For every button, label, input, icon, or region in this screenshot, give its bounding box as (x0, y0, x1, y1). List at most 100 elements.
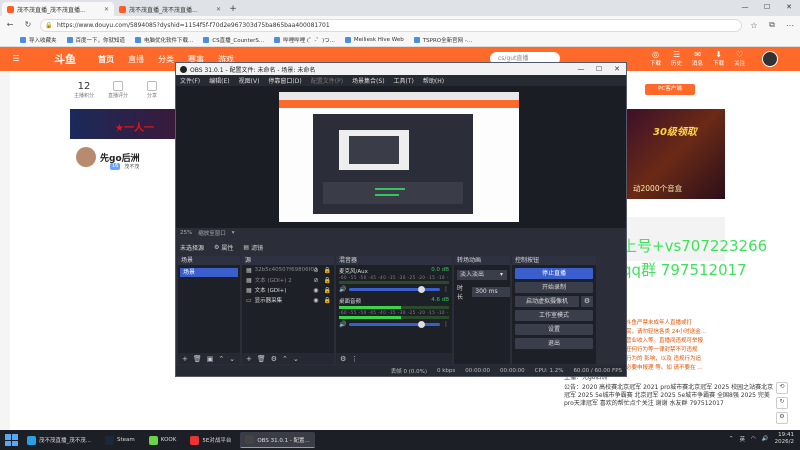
bookmark-item[interactable]: Meiliesk Hive Web (344, 37, 404, 43)
more-icon[interactable]: ⋮ (443, 286, 449, 293)
bookmark-item[interactable]: 百度一下，你就知道 (66, 36, 125, 44)
start-virtual-camera-button[interactable]: 启动虚拟摄像机 (515, 296, 579, 307)
speaker-icon[interactable]: 🔊 (339, 321, 346, 328)
header-action[interactable]: ☰ 历史 (671, 50, 682, 67)
obs-maximize-button[interactable]: ☐ (590, 63, 608, 75)
back-icon[interactable]: ← (4, 19, 16, 31)
refresh-icon[interactable]: ↻ (22, 19, 34, 31)
scene-filters-icon[interactable]: ▣ (207, 355, 214, 363)
taskbar-item[interactable]: KOOK (144, 432, 182, 448)
obs-menu-view[interactable]: 视图(V) (239, 76, 260, 85)
obs-minimize-button[interactable]: — (572, 63, 590, 75)
virtual-cam-settings-icon[interactable]: ⚙ (581, 296, 593, 307)
bookmark-item[interactable]: 哔哩哔哩 (゜-゜)つ... (274, 36, 335, 44)
streamer-avatar[interactable] (76, 147, 96, 167)
obs-menu-file[interactable]: 文件(F) (180, 76, 200, 85)
eye-icon[interactable]: ◉ (313, 287, 318, 294)
visibility-hidden-icon[interactable]: ⊘ (313, 267, 318, 274)
url-input[interactable]: https://www.douyu.com/5894085?dyshid=115… (40, 18, 742, 32)
move-down-icon[interactable]: ⌄ (293, 355, 299, 363)
properties-button[interactable]: ⚙ 属性 (214, 243, 233, 252)
studio-mode-button[interactable]: 工作室模式 (515, 310, 593, 321)
maximize-button[interactable]: ☐ (756, 0, 778, 14)
obs-menu-edit[interactable]: 编辑(E) (209, 76, 229, 85)
move-up-icon[interactable]: ⌃ (282, 355, 288, 363)
bookmark-item[interactable]: CS直播_CounterS... (203, 36, 264, 44)
bookmark-item[interactable]: 电脑优化软件下载... (135, 36, 193, 44)
clock[interactable]: 19:41 2026/2 (775, 432, 794, 446)
wifi-icon[interactable]: ◠ (751, 436, 756, 442)
exit-button[interactable]: 退出 (515, 338, 593, 349)
slider-knob[interactable] (417, 286, 425, 293)
windows-start-icon[interactable] (4, 433, 18, 447)
lock-icon[interactable]: 🔒 (324, 277, 331, 284)
move-up-icon[interactable]: ⌃ (218, 355, 224, 363)
speaker-icon[interactable]: 🔊 (339, 286, 346, 293)
source-settings-icon[interactable]: ⚙ (271, 355, 277, 363)
add-scene-icon[interactable]: + (182, 355, 188, 363)
nav-live[interactable]: 直播 (128, 54, 144, 65)
duration-input[interactable]: 300 ms (472, 287, 510, 297)
lock-icon[interactable]: 🔒 (324, 297, 331, 304)
streamer-name[interactable]: 先go后洲 (100, 151, 140, 164)
float-history-icon[interactable]: ⟲ (776, 382, 788, 394)
taskbar-item[interactable]: Steam (100, 432, 140, 448)
stat-item[interactable]: 直播评分 (106, 81, 130, 99)
header-action[interactable]: ♡ 关注 (734, 50, 745, 67)
float-refresh-icon[interactable]: ↻ (776, 397, 788, 409)
source-item[interactable]: ▦ 文本 (GDI+) ◉ 🔒 (242, 285, 334, 295)
douyu-logo[interactable]: 斗鱼 (54, 51, 76, 67)
extensions-icon[interactable]: ⧉ (766, 20, 778, 30)
start-record-button[interactable]: 开始录制 (515, 282, 593, 293)
slider-knob[interactable] (417, 321, 425, 328)
filters-button[interactable]: ▤ 滤镜 (243, 243, 263, 252)
visibility-hidden-icon[interactable]: ⊘ (313, 277, 318, 284)
chevron-up-icon[interactable]: ⌃ (729, 436, 734, 442)
volume-slider[interactable] (349, 286, 440, 293)
obs-close-button[interactable]: ✕ (608, 63, 626, 75)
lock-icon[interactable]: 🔒 (324, 287, 331, 294)
source-item[interactable]: ▭ 显示器采集 ◉ 🔒 (242, 295, 334, 305)
obs-menu-docks[interactable]: 停靠窗口(D) (268, 76, 301, 85)
close-tab-icon[interactable]: ✕ (216, 6, 221, 13)
volume-slider[interactable] (349, 321, 440, 328)
volume-icon[interactable]: 🔊 (762, 436, 769, 442)
stop-stream-button[interactable]: 停止直播 (515, 268, 593, 279)
lock-icon[interactable]: 🔒 (324, 267, 331, 274)
bookmark-item[interactable]: 导入收藏夹 (20, 36, 57, 44)
star-icon[interactable]: ☆ (748, 21, 760, 30)
new-tab-button[interactable]: + (226, 2, 240, 16)
hamburger-icon[interactable]: ☰ (10, 53, 22, 65)
zoom-mode-select[interactable]: 缩放至窗口 (198, 229, 226, 237)
obs-menu-help[interactable]: 帮助(H) (423, 76, 444, 85)
ime-indicator[interactable]: 英 (739, 435, 745, 443)
add-source-icon[interactable]: + (246, 355, 252, 363)
more-icon[interactable]: ⋮ (443, 321, 449, 328)
nav-home[interactable]: 首页 (98, 54, 114, 65)
user-avatar[interactable] (762, 51, 778, 67)
mixer-settings-icon[interactable]: ⚙ (340, 355, 346, 363)
stat-item[interactable]: 12 主播积分 (72, 81, 96, 99)
bookmark-item[interactable]: TSPRO全新官网 -... (413, 36, 472, 44)
stat-item[interactable]: 分享 (140, 81, 164, 99)
header-action[interactable]: ◎ 下载 (650, 50, 661, 67)
pc-client-button[interactable]: PC客户端 (645, 84, 695, 95)
float-settings-icon[interactable]: ⚙ (776, 412, 788, 424)
obs-preview[interactable] (176, 86, 626, 228)
close-tab-icon[interactable]: ✕ (104, 6, 109, 13)
transition-select[interactable]: 淡入淡出 (457, 270, 507, 280)
browser-tab[interactable]: 茂不茂直播_茂不茂直播... ✕ (114, 2, 226, 16)
header-action[interactable]: ✉ 消息 (692, 50, 703, 67)
header-action[interactable]: ⬇ 下载 (713, 50, 724, 67)
scene-item[interactable]: 场景 (180, 268, 238, 277)
browser-tab[interactable]: 茂不茂直播_茂不茂直播... ✕ (2, 2, 114, 16)
obs-menu-profile[interactable]: 配置文件(P) (311, 76, 343, 85)
minimize-button[interactable]: — (734, 0, 756, 14)
settings-button[interactable]: 设置 (515, 324, 593, 335)
taskbar-item[interactable]: OBS 31.0.1 - 配置... (240, 432, 315, 448)
menu-icon[interactable]: ⋯ (784, 21, 796, 30)
move-down-icon[interactable]: ⌄ (229, 355, 235, 363)
obs-menu-scenes[interactable]: 场景集合(S) (352, 76, 385, 85)
obs-menu-tools[interactable]: 工具(T) (394, 76, 414, 85)
taskbar-item[interactable]: 茂不茂直播_茂不茂... (22, 432, 96, 448)
